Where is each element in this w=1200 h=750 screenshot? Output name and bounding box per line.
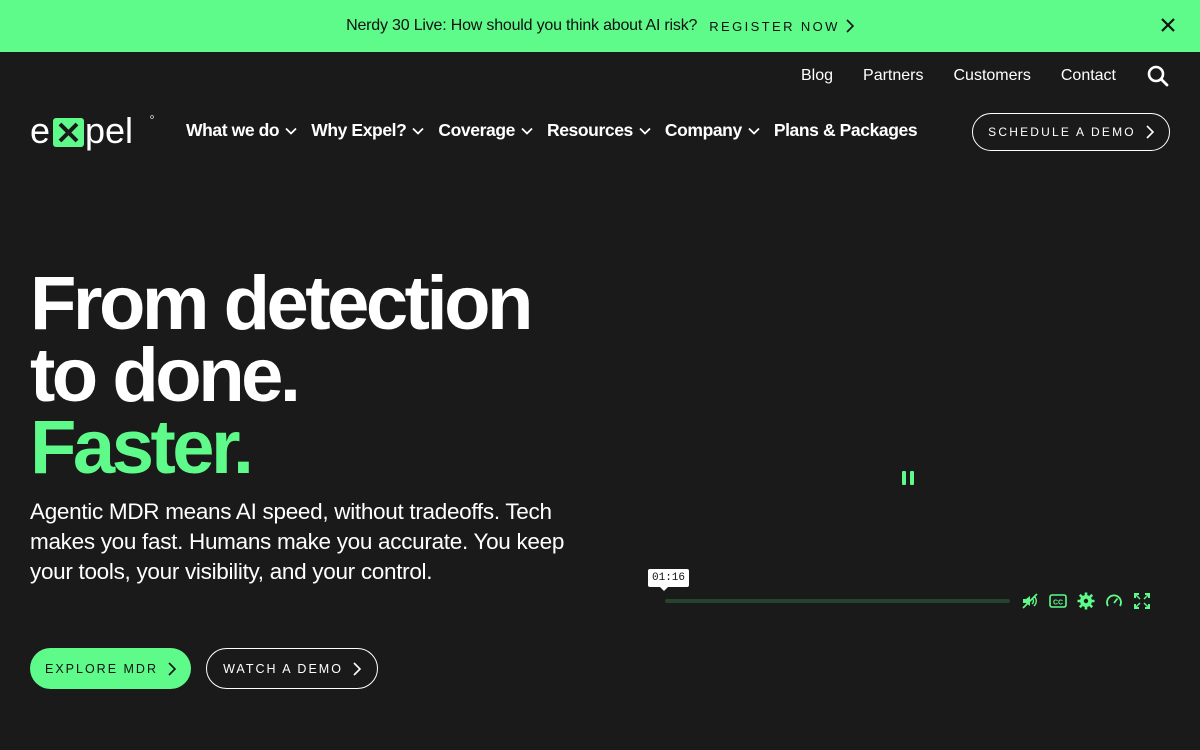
announcement-banner: Nerdy 30 Live: How should you think abou…	[0, 0, 1200, 52]
nav-item-resources[interactable]: Resources	[547, 120, 651, 141]
chevron-right-icon	[168, 661, 176, 676]
hero-title: From detection to done. Faster.	[30, 261, 533, 490]
chevron-right-icon	[353, 661, 361, 676]
svg-text:e: e	[30, 112, 50, 151]
schedule-demo-label: SCHEDULE A DEMO	[988, 125, 1136, 139]
chevron-down-icon	[748, 127, 760, 135]
chevron-down-icon	[521, 127, 533, 135]
chevron-down-icon	[285, 127, 297, 135]
watch-demo-label: WATCH A DEMO	[223, 661, 343, 676]
nav-item-label: Company	[664, 120, 742, 140]
mute-icon[interactable]	[1021, 592, 1039, 610]
pause-icon[interactable]	[898, 468, 918, 488]
schedule-demo-button[interactable]: SCHEDULE A DEMO	[972, 113, 1170, 151]
fullscreen-icon[interactable]	[1133, 592, 1151, 610]
main-nav: What we do Why Expel? Coverage Resources…	[186, 120, 931, 141]
watch-demo-button[interactable]: WATCH A DEMO	[206, 648, 378, 689]
banner-text: Nerdy 30 Live: How should you think abou…	[346, 17, 698, 34]
explore-mdr-label: EXPLORE MDR	[45, 661, 158, 676]
hero-title-line-3: Faster.	[30, 405, 254, 490]
nav-link-partners[interactable]: Partners	[863, 67, 923, 85]
hero-subtitle: Agentic MDR means AI speed, without trad…	[30, 499, 565, 584]
nav-item-label: Why Expel?	[311, 120, 407, 140]
svg-text:pel: pel	[85, 112, 133, 151]
expel-logo[interactable]: e pel	[30, 110, 156, 152]
chevron-right-icon	[1146, 125, 1154, 139]
nav-item-label: Resources	[546, 120, 633, 140]
search-icon[interactable]	[1146, 64, 1170, 88]
nav-link-contact[interactable]: Contact	[1061, 67, 1116, 85]
nav-item-company[interactable]: Company	[665, 120, 760, 141]
close-icon[interactable]	[1156, 13, 1180, 37]
nav-item-label: Coverage	[438, 120, 515, 140]
utility-nav: Blog Partners Customers Contact	[801, 64, 1170, 88]
nav-item-what-we-do[interactable]: What we do	[186, 120, 297, 141]
hero-title-line-2: to done.	[30, 333, 301, 418]
nav-item-plans-packages[interactable]: Plans & Packages	[773, 120, 918, 141]
nav-item-label: What we do	[186, 120, 280, 140]
nav-item-why-expel[interactable]: Why Expel?	[311, 120, 425, 141]
chevron-down-icon	[412, 127, 425, 135]
chevron-down-icon	[639, 127, 651, 135]
settings-icon[interactable]	[1077, 592, 1095, 610]
register-now-label: REGISTER NOW	[709, 18, 840, 34]
captions-icon[interactable]: CC	[1049, 592, 1067, 610]
video-time-tooltip: 01:16	[648, 569, 690, 591]
hero-title-line-1: From detection	[30, 261, 533, 346]
explore-mdr-button[interactable]: EXPLORE MDR	[30, 648, 191, 689]
register-now-link[interactable]: REGISTER NOW	[709, 19, 854, 34]
hero-video-player[interactable]: 01:16 CC	[640, 180, 1180, 630]
speed-icon[interactable]	[1105, 592, 1123, 610]
chevron-right-icon	[846, 19, 854, 33]
nav-link-blog[interactable]: Blog	[801, 67, 833, 85]
nav-link-customers[interactable]: Customers	[954, 67, 1031, 85]
video-progress-bar[interactable]	[665, 599, 1010, 603]
nav-item-coverage[interactable]: Coverage	[438, 120, 533, 141]
svg-text:CC: CC	[1053, 600, 1063, 607]
nav-item-label: Plans & Packages	[773, 120, 918, 140]
